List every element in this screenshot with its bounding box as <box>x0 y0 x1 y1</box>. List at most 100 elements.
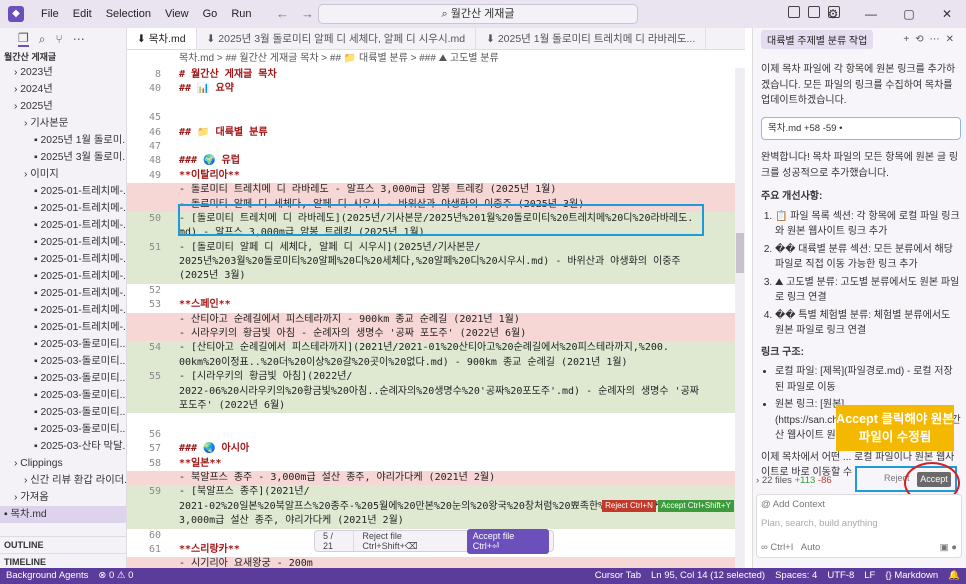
reject-file-button[interactable]: Reject file Ctrl+Shift+⌫ <box>354 531 466 552</box>
status-right-item[interactable]: UTF-8 <box>827 568 854 584</box>
tree-item[interactable]: › 2023년 <box>0 64 126 81</box>
tree-item[interactable]: ▪ 2025-03-돌로미티... <box>0 404 126 421</box>
tree-item[interactable]: ▪ 목차.md <box>0 506 126 523</box>
tree-item-label: 이미지 <box>30 169 59 180</box>
menu-item[interactable]: Selection <box>99 8 158 20</box>
improvements-heading: 주요 개선사항: <box>761 191 823 202</box>
line-number: 51 <box>148 241 161 253</box>
tree-item[interactable]: ▪ 2025-03-돌로미티... <box>0 336 126 353</box>
menu-item[interactable]: View <box>158 8 196 20</box>
line-number: 57 <box>148 443 161 455</box>
tree-item[interactable]: ▪ 2025-01-트레치메-... <box>0 217 126 234</box>
tree-item-label: 2025-01-트레치메-... <box>40 220 126 231</box>
status-right-item[interactable]: Spaces: 4 <box>775 568 817 584</box>
md-file-icon: ⬇ <box>486 33 498 45</box>
accept-file-button[interactable]: Accept file Ctrl+⏎ <box>466 528 549 554</box>
status-right-item[interactable]: Cursor Tab <box>595 568 641 584</box>
tree-item[interactable]: ▪ 2025-03-산타 막달... <box>0 438 126 455</box>
line-text: md) - 알프스 3,000m급 암봉 트레킹 (2025년 1월) <box>179 227 425 239</box>
tree-item[interactable]: › 2025년 <box>0 98 126 115</box>
tree-item[interactable]: ▪ 2025-01-트레치메-... <box>0 302 126 319</box>
scroll-thumb[interactable] <box>736 233 744 273</box>
chat-header-icons[interactable]: +⟲⋯✕ <box>903 34 960 45</box>
md-file-icon: ⬇ <box>206 33 219 45</box>
chat-tab-title[interactable]: 대륙별 주제별 분류 작업 <box>761 29 874 49</box>
menu-item[interactable]: Run <box>224 8 258 20</box>
menu-bar: File Edit Selection View Go Run <box>34 8 259 20</box>
status-right-item[interactable]: 🔔 <box>948 568 960 584</box>
tree-item[interactable]: ▪ 2025년 1월 돌로미... <box>0 132 126 149</box>
tree-item[interactable]: › Clippings <box>0 455 126 472</box>
editor-tab[interactable]: ⬇ 2025년 3월 돌로미티 알페 디 세체다, 알페 디 시우시.md <box>197 28 477 49</box>
chat-input[interactable]: @ Add Context Plan, search, build anythi… <box>756 494 962 558</box>
line-text: 3,000m급 설산 종주, 야리가다케 (2021년 2월) <box>179 515 404 527</box>
outline-section[interactable]: OUTLINE <box>0 536 127 553</box>
editor-scrollbar[interactable] <box>735 68 745 568</box>
source-control-icon[interactable]: ⑂ <box>56 32 63 46</box>
status-right-item[interactable]: Ln 95, Col 14 (12 selected) <box>651 568 765 584</box>
line-number: 54 <box>148 342 161 354</box>
files-icon[interactable]: ❐ <box>18 31 29 47</box>
mode-selector[interactable]: ∞ Ctrl+I <box>761 542 793 553</box>
more-icon[interactable]: ⋯ <box>73 32 85 46</box>
tree-item[interactable]: › 2024년 <box>0 81 126 98</box>
status-right-item[interactable]: LF <box>864 568 875 584</box>
reject-change-button[interactable]: Reject Ctrl+N <box>602 500 656 512</box>
tab-label: 2025년 1월 돌로미티 트레치메 디 라바레도... <box>497 33 696 45</box>
line-text: ### 🌍 유럽 <box>179 155 240 167</box>
editor-tab[interactable]: ⬇ 목차.md <box>127 28 197 49</box>
workspace-title[interactable]: 월간산 게재글 <box>0 50 126 64</box>
command-search-input[interactable]: ⌕ 월간산 게재글 <box>318 4 638 24</box>
sidebar-sections: OUTLINE TIMELINE <box>0 536 127 570</box>
tree-item-label: 2025-01-트레치메-... <box>40 237 126 248</box>
menu-item[interactable]: Edit <box>66 8 99 20</box>
menu-item[interactable]: File <box>34 8 66 20</box>
line-number: 52 <box>148 284 161 296</box>
minimize-icon[interactable]: — <box>852 0 890 28</box>
chat-placeholder[interactable]: Plan, search, build anything <box>761 518 957 529</box>
settings-gear-icon[interactable]: ⚙ <box>814 0 852 28</box>
menu-item[interactable]: Go <box>196 8 225 20</box>
line-text: 00km%20이정표..%20더%20이상%20갈%20곳이%20없다.md) … <box>179 356 628 368</box>
search-icon[interactable]: ⌕ <box>39 32 46 47</box>
edited-file-chip[interactable]: 목차.md +58 -59 • <box>761 116 961 140</box>
tree-item[interactable]: ▪ 2025-03-돌로미티... <box>0 353 126 370</box>
line-number: 58 <box>148 457 161 469</box>
tree-item[interactable]: ▪ 2025-01-트레치메-... <box>0 200 126 217</box>
tree-item[interactable]: ▪ 2025년 3월 돌로미... <box>0 149 126 166</box>
tree-item[interactable]: ▪ 2025-03-돌로미티... <box>0 370 126 387</box>
line-number: 59 <box>148 486 161 498</box>
tree-item[interactable]: ▪ 2025-03-돌로미티... <box>0 421 126 438</box>
tree-item[interactable]: ▪ 2025-01-트레치메-... <box>0 285 126 302</box>
toggle-sidebar-icon[interactable] <box>788 6 800 18</box>
tree-item[interactable]: ▪ 2025-01-트레치메-... <box>0 183 126 200</box>
tree-item[interactable]: ▪ 2025-01-트레치메-... <box>0 234 126 251</box>
status-left-item[interactable]: Background Agents <box>6 568 88 584</box>
editor-tab[interactable]: ⬇ 2025년 1월 돌로미티 트레치메 디 라바레도... <box>476 28 707 49</box>
code-line: 53 **스페인** <box>127 298 735 312</box>
status-left: Background Agents ⊗ 0 ⚠ 0 <box>0 568 133 584</box>
line-text: - [산티아고 순례길에서 피스테라까지](2021년/2021-01%20산티… <box>179 342 669 354</box>
maximize-icon[interactable]: ▢ <box>890 0 928 28</box>
code-editor[interactable]: 8 # 월간산 게재글 목차 40 ## 📊 요약 45 46 ## 📁 대륙별 분류 47 4… <box>127 68 735 568</box>
line-text: - 시라우키의 황금빛 아침 - 순례자의 생명수 '공짜 포도주' (2022… <box>179 328 527 340</box>
close-icon[interactable]: ✕ <box>928 0 966 28</box>
tree-item[interactable]: › 이미지 <box>0 166 126 183</box>
tree-item[interactable]: ▪ 2025-01-트레치메-... <box>0 268 126 285</box>
breadcrumb[interactable]: 목차.md > ## 월간산 게재글 목차 > ## 📁 대륙별 분류 > ##… <box>127 50 745 68</box>
tree-item[interactable]: › 기사본문 <box>0 115 126 132</box>
add-context-button[interactable]: @ Add Context <box>761 499 957 510</box>
status-right-item[interactable]: {} Markdown <box>885 568 938 584</box>
model-selector[interactable]: Auto <box>801 542 821 553</box>
tree-item[interactable]: › 신간 리뷰 환갑 라이더... <box>0 472 126 489</box>
tree-item-label: 2025-03-돌로미티... <box>40 339 126 350</box>
tree-item-label: 가져옴 <box>20 492 49 503</box>
status-left-item[interactable]: ⊗ 0 ⚠ 0 <box>98 568 133 584</box>
image-send-icons[interactable]: ▣ ● <box>940 542 957 553</box>
improvement-item: 📋 파일 목록 섹션: 각 항목에 로컬 파일 링크와 원본 웹사이트 링크 추… <box>775 209 961 240</box>
tree-item[interactable]: › 가져옴 <box>0 489 126 506</box>
tree-item[interactable]: ▪ 2025-03-돌로미티... <box>0 387 126 404</box>
tree-item[interactable]: ▪ 2025-01-트레치메-... <box>0 319 126 336</box>
tree-item[interactable]: ▪ 2025-01-트레치메-... <box>0 251 126 268</box>
accept-change-button[interactable]: Accept Ctrl+Shift+Y <box>658 500 734 512</box>
